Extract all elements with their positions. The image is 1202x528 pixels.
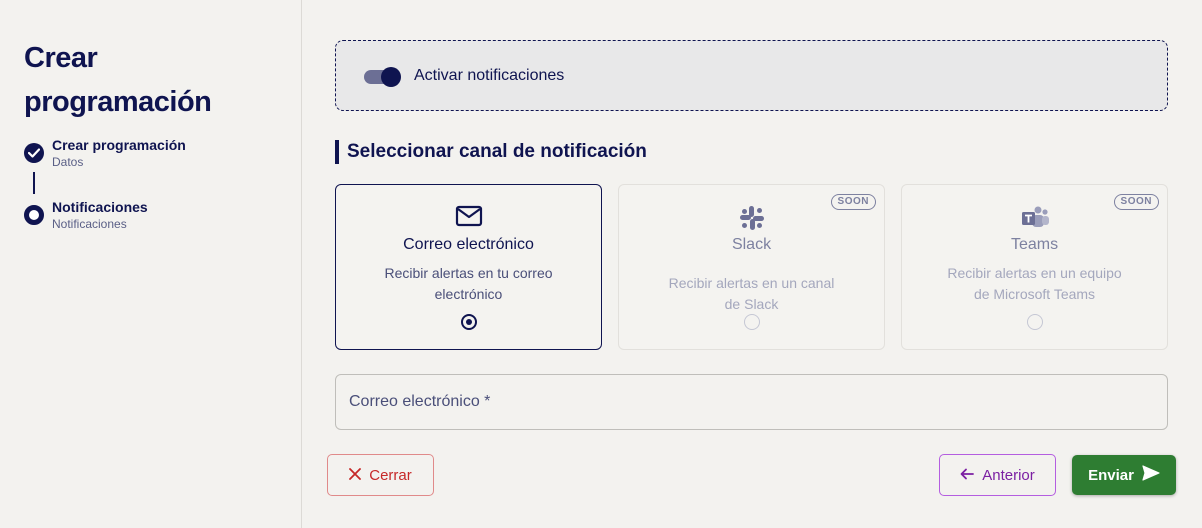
send-button-label: Enviar (1088, 466, 1134, 484)
step-title: Notificaciones (52, 199, 148, 215)
step-title: Crear programación (52, 137, 186, 153)
send-icon (1142, 465, 1160, 485)
previous-button[interactable]: Anterior (939, 454, 1056, 496)
channel-card-email[interactable]: Correo electrónico Recibir alertas en tu… (335, 184, 602, 350)
channel-title: Slack (731, 236, 772, 253)
channel-card-teams: SOON Teams Recibir alertas en un equipo … (901, 184, 1168, 350)
page-title: Crear programación (24, 42, 212, 118)
section-title: Seleccionar canal de notificación (335, 140, 647, 164)
channel-title: Teams (1010, 236, 1059, 253)
channel-radio[interactable] (461, 314, 477, 330)
channel-description: Recibir alertas en un canal de Slack (668, 275, 835, 312)
close-button-label: Cerrar (369, 466, 412, 484)
toggle-thumb (381, 67, 401, 87)
email-field-label: Correo electrónico * (349, 393, 491, 410)
send-button[interactable]: Enviar (1072, 455, 1176, 495)
channel-title: Correo electrónico (403, 236, 534, 253)
channel-card-slack: SOON Slack Recibir alertas en un canal d… (618, 184, 885, 350)
step-connector (33, 172, 35, 194)
step-subtitle: Notificaciones (52, 217, 127, 231)
email-field[interactable]: Correo electrónico * (335, 374, 1168, 430)
channel-description: Recibir alertas en un equipo de Microsof… (947, 265, 1122, 302)
current-step-icon (24, 205, 44, 225)
notifications-toggle[interactable] (364, 67, 402, 87)
slack-icon (619, 205, 884, 231)
step-subtitle: Datos (52, 155, 84, 169)
previous-button-label: Anterior (982, 466, 1035, 484)
teams-icon (902, 205, 1167, 231)
arrow-left-icon (960, 467, 975, 484)
notifications-toggle-panel: Activar notificaciones (335, 40, 1168, 111)
toggle-label: Activar notificaciones (414, 67, 565, 84)
check-circle-icon (24, 143, 44, 163)
channel-radio (744, 314, 760, 330)
close-button[interactable]: Cerrar (327, 454, 434, 496)
close-icon (349, 467, 362, 484)
mail-icon (336, 205, 601, 231)
channel-description: Recibir alertas en tu correo electrónico (384, 265, 553, 302)
sidebar: Crear programación Crear programación Da… (0, 0, 302, 528)
channel-radio (1027, 314, 1043, 330)
